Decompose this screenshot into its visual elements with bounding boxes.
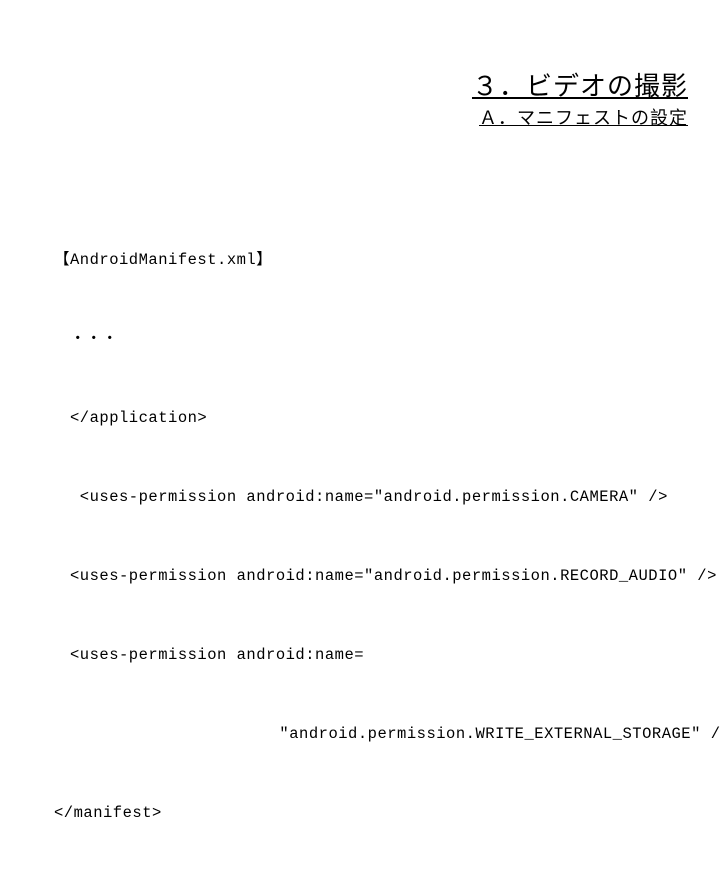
code-line: </manifest>	[54, 800, 720, 826]
page-title: ３．ビデオの撮影	[472, 66, 688, 103]
code-line: <uses-permission android:name="android.p…	[54, 563, 720, 589]
document-page: ３．ビデオの撮影 Ａ．マニフェストの設定 【AndroidManifest.xm…	[0, 0, 720, 540]
page-subtitle: Ａ．マニフェストの設定	[479, 104, 688, 130]
code-line: </application>	[54, 405, 720, 431]
code-line: <uses-permission android:name=	[54, 642, 720, 668]
code-line: "android.permission.WRITE_EXTERNAL_STORA…	[54, 721, 720, 747]
code-line: ・・・	[54, 326, 720, 352]
code-line: <uses-permission android:name="android.p…	[54, 484, 720, 510]
code-block: 【AndroidManifest.xml】 ・・・ </application>…	[54, 194, 720, 879]
code-line: 【AndroidManifest.xml】	[54, 247, 720, 273]
